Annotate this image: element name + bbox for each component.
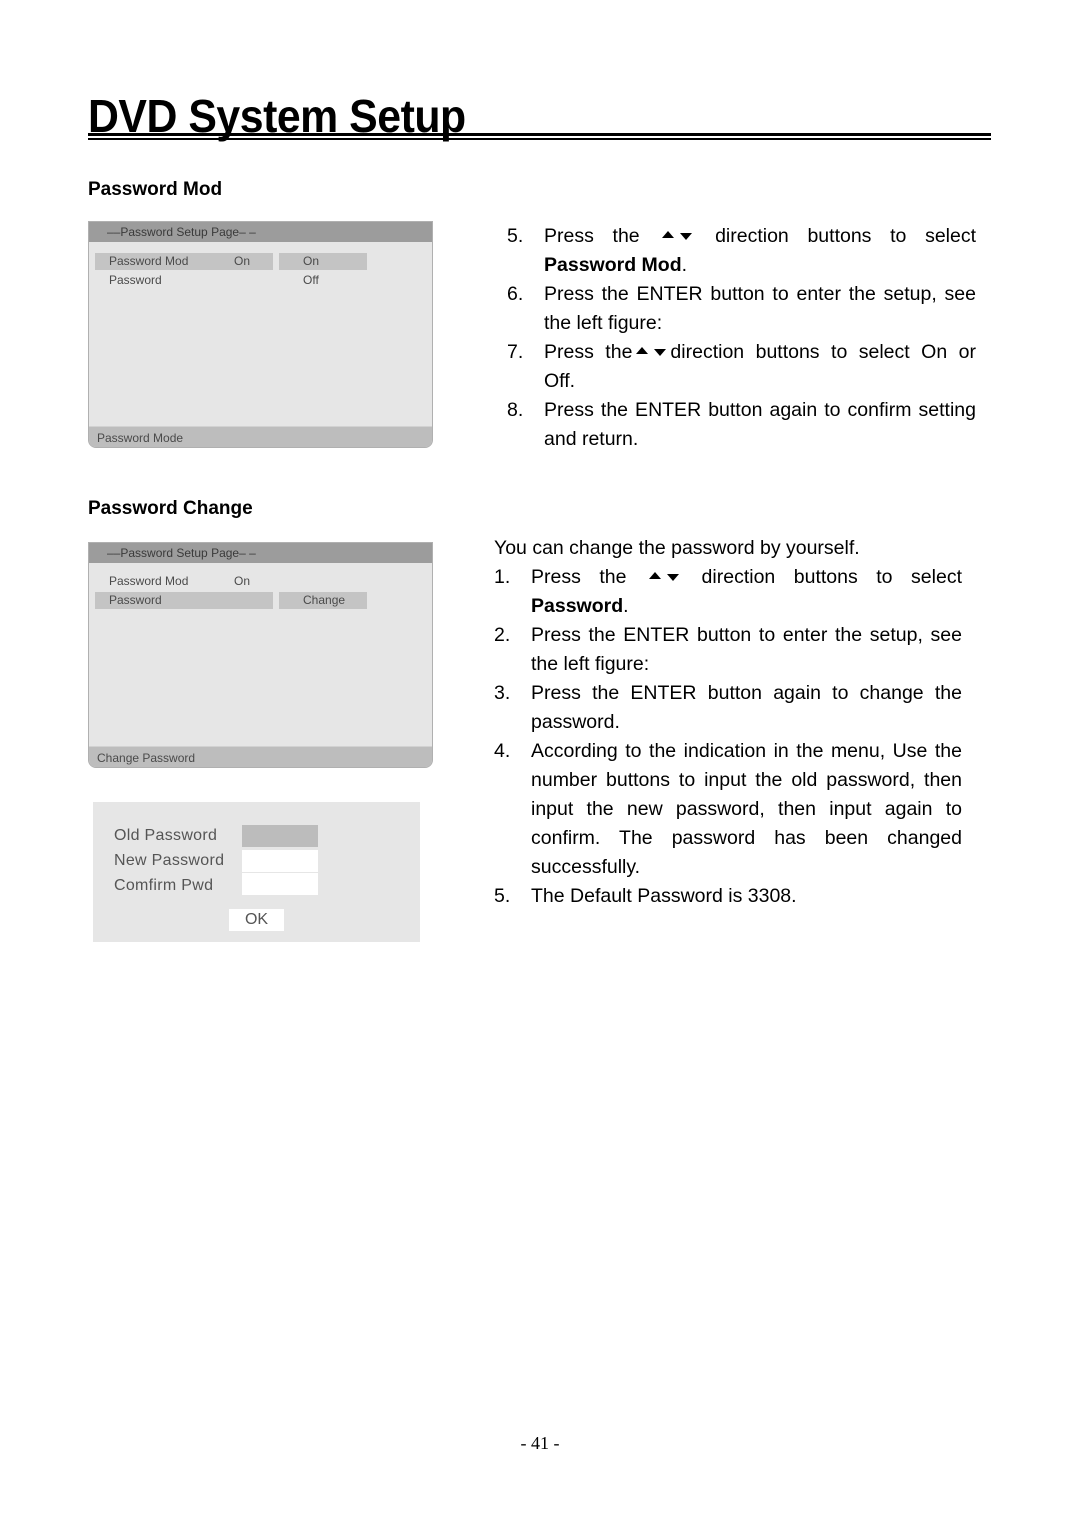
password-change-screen: ––Password Setup Page– – Password Mod On… <box>88 542 433 768</box>
change-password-dialog: Old Password New Password Comfirm Pwd OK <box>93 802 420 942</box>
step-text: Press the <box>544 225 640 247</box>
ok-button[interactable]: OK <box>229 909 284 931</box>
step-item: 3. Press the ENTER button again to chang… <box>494 679 962 737</box>
step-text: The Default Password is 3308. <box>531 885 797 907</box>
step-item-continuation: Password Mod. <box>507 251 976 280</box>
row-label: Password <box>109 273 162 287</box>
step-number: 5. <box>494 885 511 907</box>
row-value: On <box>234 574 251 588</box>
step-item: 5. The Default Password is 3308. <box>494 882 962 911</box>
old-password-label: Old Password <box>114 827 218 844</box>
password-mod-screen: ––Password Setup Page– – Password Mod On… <box>88 221 433 448</box>
osd-row-password[interactable]: Password Change <box>89 592 432 609</box>
down-triangle-icon <box>680 233 693 241</box>
confirm-password-label: Comfirm Pwd <box>114 877 214 894</box>
up-triangle-icon <box>649 572 662 580</box>
password-change-intro: You can change the password by yourself. <box>494 537 860 559</box>
step-number: 3. <box>494 682 511 704</box>
step-bold-term: Password <box>531 595 624 617</box>
title-underline <box>88 133 991 136</box>
option-highlight <box>279 253 367 270</box>
section-heading-password-mod: Password Mod <box>88 179 223 200</box>
row-label: Password <box>109 593 162 607</box>
down-triangle-icon <box>667 574 680 582</box>
osd-footer: Password Mode <box>89 426 432 447</box>
step-item: 4. According to the indication in the me… <box>494 737 962 882</box>
step-item: 6. Press the ENTER button to enter the s… <box>507 280 976 338</box>
step-text: . <box>623 595 629 617</box>
osd-footer: Change Password <box>89 746 432 767</box>
step-text: direction buttons to select <box>715 225 977 247</box>
row-value: On <box>234 254 251 268</box>
section-heading-password-change: Password Change <box>88 498 253 519</box>
page-number: - 41 - <box>520 1433 560 1453</box>
option-off[interactable]: Off <box>303 272 319 289</box>
step-number: 8. <box>507 399 524 421</box>
up-down-arrows <box>649 563 680 592</box>
down-triangle-icon <box>654 349 667 357</box>
option-change[interactable]: Change <box>303 592 345 609</box>
option-on[interactable]: On <box>303 253 319 270</box>
step-bold-term: Password Mod <box>544 254 682 276</box>
step-item-continuation: Password. <box>494 592 962 621</box>
up-down-arrows <box>662 222 693 251</box>
step-text: Press the <box>531 566 627 588</box>
new-password-field[interactable] <box>242 850 318 872</box>
osd-header: ––Password Setup Page– – <box>89 543 432 563</box>
osd-header: ––Password Setup Page– – <box>89 222 432 242</box>
step-item: 8. Press the ENTER button again to confi… <box>507 396 976 454</box>
confirm-password-field[interactable] <box>242 873 318 895</box>
new-password-label: New Password <box>114 852 225 869</box>
row-label: Password Mod <box>109 254 189 268</box>
step-item: 5. Press the direction buttons to select <box>507 222 976 251</box>
step-item: 1. Press the direction buttons to select <box>494 563 962 592</box>
step-text: According to the indication in the menu,… <box>531 740 962 878</box>
osd-row-password-mod[interactable]: Password Mod On On <box>89 253 432 270</box>
osd-row-password-mod[interactable]: Password Mod On <box>89 573 432 590</box>
step-number: 1. <box>494 566 511 588</box>
row-label: Password Mod <box>109 574 189 588</box>
step-text: direction buttons to select <box>701 566 962 588</box>
password-mod-steps: 5. Press the direction buttons to select… <box>507 222 976 454</box>
step-item: 2. Press the ENTER button to enter the s… <box>494 621 962 679</box>
step-text: . <box>681 254 688 276</box>
old-password-field[interactable] <box>242 825 318 847</box>
step-number: 2. <box>494 624 511 646</box>
step-number: 6. <box>507 283 524 305</box>
step-item: 7. Press the direction buttons to select … <box>507 338 976 396</box>
step-number: 4. <box>494 740 511 762</box>
up-down-arrows <box>636 338 667 367</box>
step-text: Press the ENTER button to enter the setu… <box>544 283 976 334</box>
osd-row-password[interactable]: Password Off <box>89 272 432 289</box>
up-triangle-icon <box>636 347 649 355</box>
step-number: 7. <box>507 341 524 363</box>
step-text: Press the ENTER button again to change t… <box>531 682 962 733</box>
up-triangle-icon <box>662 231 675 239</box>
step-number: 5. <box>507 225 524 247</box>
password-change-steps: 1. Press the direction buttons to select… <box>494 563 962 911</box>
title-underline-secondary <box>88 138 991 140</box>
step-text: Press the ENTER button to enter the setu… <box>531 624 962 675</box>
step-text: Press the ENTER button again to confirm … <box>544 399 976 450</box>
step-text: Press the <box>544 341 633 363</box>
